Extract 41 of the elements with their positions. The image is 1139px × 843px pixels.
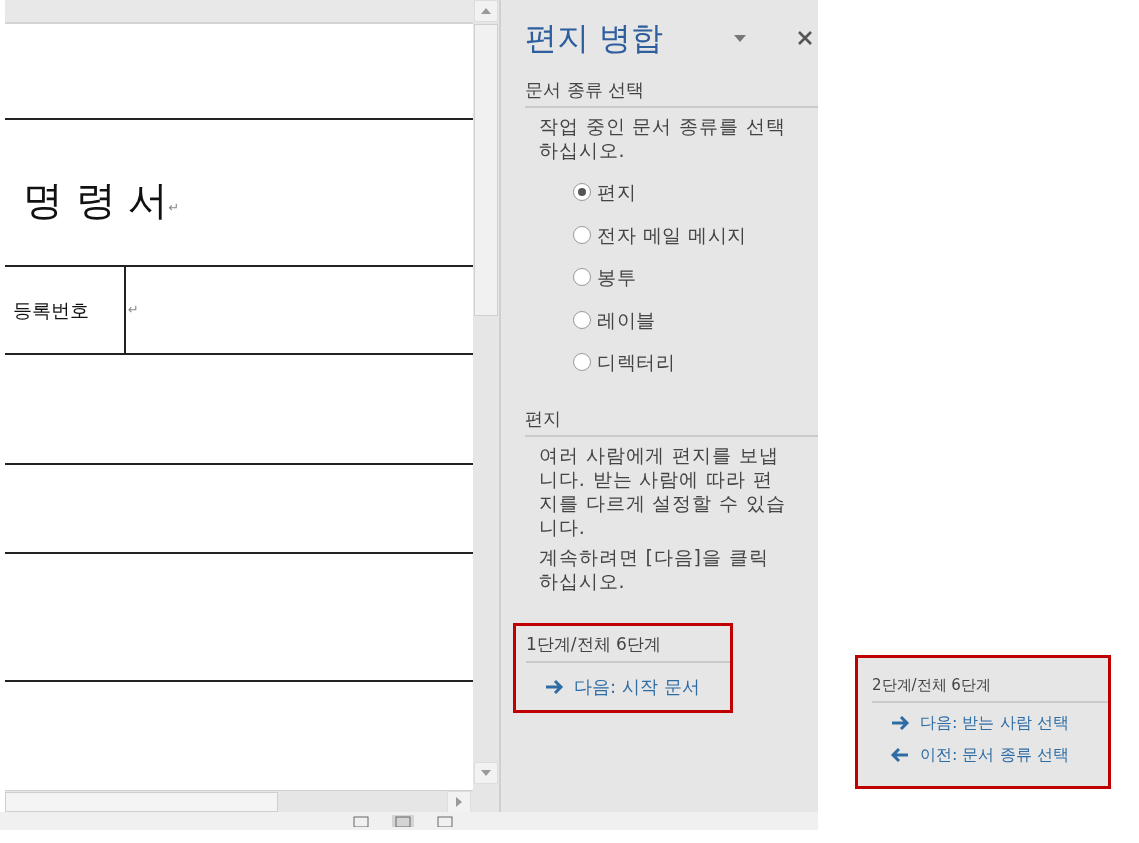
step-indicator: 1단계/전체 6단계 — [526, 631, 730, 663]
horizontal-scrollbar-thumb[interactable] — [5, 791, 278, 812]
option-label[interactable]: 디렉터리 — [597, 348, 675, 377]
scroll-right-button[interactable] — [447, 790, 471, 813]
radio-button[interactable] — [573, 225, 591, 244]
scroll-down-button[interactable] — [474, 762, 498, 784]
dropdown-caret-icon[interactable] — [734, 34, 746, 42]
radio-button[interactable] — [573, 353, 591, 372]
right-arrow-icon — [544, 678, 564, 695]
option-label[interactable]: 봉투 — [597, 263, 636, 292]
left-arrow-icon — [890, 746, 910, 763]
right-arrow-icon — [890, 714, 910, 731]
paragraph-mark: ↵ — [128, 301, 139, 320]
right-arrow-icon — [456, 796, 462, 807]
instruction-text: 작업 중인 문서 종류를 선택하십시오. — [538, 114, 787, 162]
step-link[interactable]: 다음: 받는 사람 선택 — [890, 710, 1108, 735]
up-arrow-icon — [481, 8, 491, 14]
option-label[interactable]: 레이블 — [597, 305, 656, 334]
close-icon[interactable] — [798, 31, 812, 45]
option-label[interactable]: 편지 — [597, 178, 636, 207]
scrollbar-thumb[interactable] — [474, 24, 498, 316]
document-title: 명 령 서 — [22, 175, 169, 225]
option-label[interactable]: 전자 메일 메시지 — [597, 220, 747, 249]
table-cell-label: 등록번호 — [13, 297, 89, 323]
instruction-text: 계속하려면 [다음]을 클릭하십시오. — [538, 544, 770, 593]
instruction-text: 여러 사람에게 편지를 보냅니다. 받는 사람에 따라 편지를 다르게 설정할 수 있습니다. — [538, 442, 787, 539]
radio-button[interactable] — [573, 183, 591, 202]
scroll-up-button[interactable] — [474, 0, 498, 22]
step-link[interactable]: 다음: 시작 문서 — [544, 673, 730, 700]
radio-button[interactable] — [573, 268, 591, 287]
web-layout-icon[interactable] — [434, 815, 456, 827]
step-indicator: 2단계/전체 6단계 — [872, 674, 1108, 703]
paragraph-mark: ↵ — [168, 198, 180, 217]
read-mode-icon[interactable] — [350, 815, 372, 827]
radio-button[interactable] — [573, 310, 591, 329]
down-arrow-icon — [481, 770, 491, 776]
pane-title: 편지 병합 — [525, 18, 664, 59]
section-heading: 문서 종류 선택 — [525, 76, 818, 108]
print-layout-icon[interactable] — [392, 815, 414, 827]
step-link[interactable]: 이전: 문서 종류 선택 — [890, 742, 1108, 767]
section-heading: 편지 — [525, 404, 818, 437]
